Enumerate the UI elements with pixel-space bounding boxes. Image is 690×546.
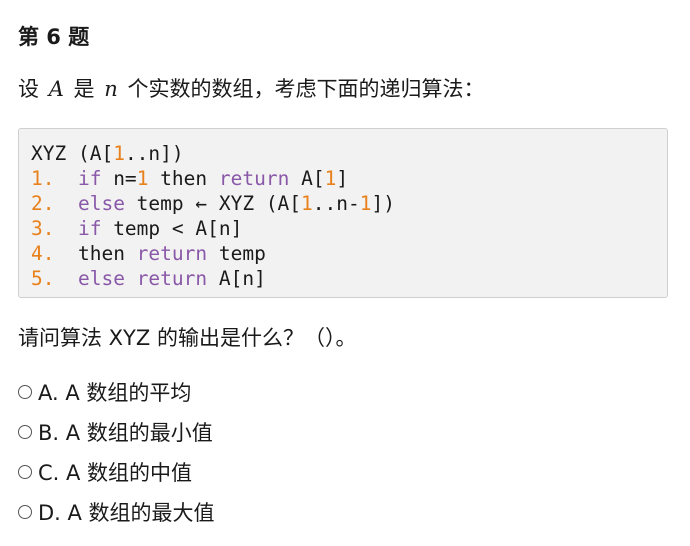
option-c-label: C. A 数组的中值 — [38, 461, 193, 485]
code-text: n= — [101, 167, 137, 190]
code-keyword: return — [136, 267, 208, 290]
code-text: ] — [336, 167, 349, 190]
option-b[interactable]: B. A 数组的最小值 — [18, 412, 215, 452]
question-intro: 设 A 是 n 个实数的数组，考虑下面的递归算法： — [18, 73, 484, 105]
question-prompt: 请问算法 XYZ 的输出是什么？（）。 — [18, 326, 357, 350]
line-number: 2. — [31, 192, 55, 215]
answer-options: A. A 数组的平均 B. A 数组的最小值 C. A 数组的中值 D. A 数… — [18, 372, 215, 532]
radio-button-icon[interactable] — [18, 505, 32, 519]
code-text: ..n- — [312, 192, 360, 215]
code-line-3: 3. if temp < A[n] — [31, 216, 667, 241]
code-keyword: else — [77, 267, 125, 290]
code-line-1: 1. if n=1 then return A[1] — [31, 166, 667, 191]
code-text: temp — [207, 242, 266, 265]
code-text: then — [148, 167, 219, 190]
code-number: 1 — [113, 142, 125, 165]
radio-button-icon[interactable] — [18, 385, 32, 399]
intro-text-2: 是 — [73, 77, 95, 101]
code-text: ]) — [371, 192, 395, 215]
code-line-2: 2. else temp ← XYZ (A[1..n-1]) — [31, 191, 667, 216]
code-line-header: XYZ (A[1..n]) — [31, 141, 667, 166]
code-keyword: if — [77, 167, 102, 190]
code-keyword: return — [218, 167, 290, 190]
variable-n: n — [104, 77, 118, 101]
radio-button-icon[interactable] — [18, 465, 32, 479]
option-c[interactable]: C. A 数组的中值 — [18, 452, 215, 492]
code-text: XYZ (A[ — [31, 142, 114, 165]
code-text: A[n] — [207, 267, 266, 290]
code-line-5: 5. else return A[n] — [31, 266, 667, 291]
code-number: 1 — [359, 192, 372, 215]
code-text: temp < A[n] — [101, 217, 243, 240]
question-title: 第 6 题 — [18, 25, 90, 49]
line-number: 1. — [31, 167, 55, 190]
line-number: 5. — [31, 267, 55, 290]
option-b-label: B. A 数组的最小值 — [38, 421, 213, 445]
variable-a: A — [48, 77, 64, 101]
code-keyword: else — [77, 192, 125, 215]
option-d[interactable]: D. A 数组的最大值 — [18, 492, 215, 532]
radio-button-icon[interactable] — [18, 425, 32, 439]
code-number: 1 — [136, 167, 149, 190]
line-number: 4. — [31, 242, 55, 265]
option-a-label: A. A 数组的平均 — [38, 381, 192, 405]
line-number: 3. — [31, 217, 55, 240]
code-text: temp ← XYZ (A[ — [124, 192, 302, 215]
intro-text-3: 个实数的数组，考虑下面的递归算法： — [127, 77, 485, 101]
code-line-4: 4. then return temp — [31, 241, 667, 266]
code-number: 1 — [324, 167, 337, 190]
code-keyword: return — [136, 242, 208, 265]
intro-text-1: 设 — [18, 77, 39, 101]
option-d-label: D. A 数组的最大值 — [38, 501, 215, 525]
code-number: 1 — [301, 192, 313, 215]
code-block: XYZ (A[1..n]) 1. if n=1 then return A[1] 2… — [18, 128, 668, 298]
code-keyword: if — [77, 217, 102, 240]
code-text: A[ — [289, 167, 325, 190]
code-text: ..n]) — [124, 142, 184, 165]
code-text: then — [77, 242, 137, 265]
option-a[interactable]: A. A 数组的平均 — [18, 372, 215, 412]
